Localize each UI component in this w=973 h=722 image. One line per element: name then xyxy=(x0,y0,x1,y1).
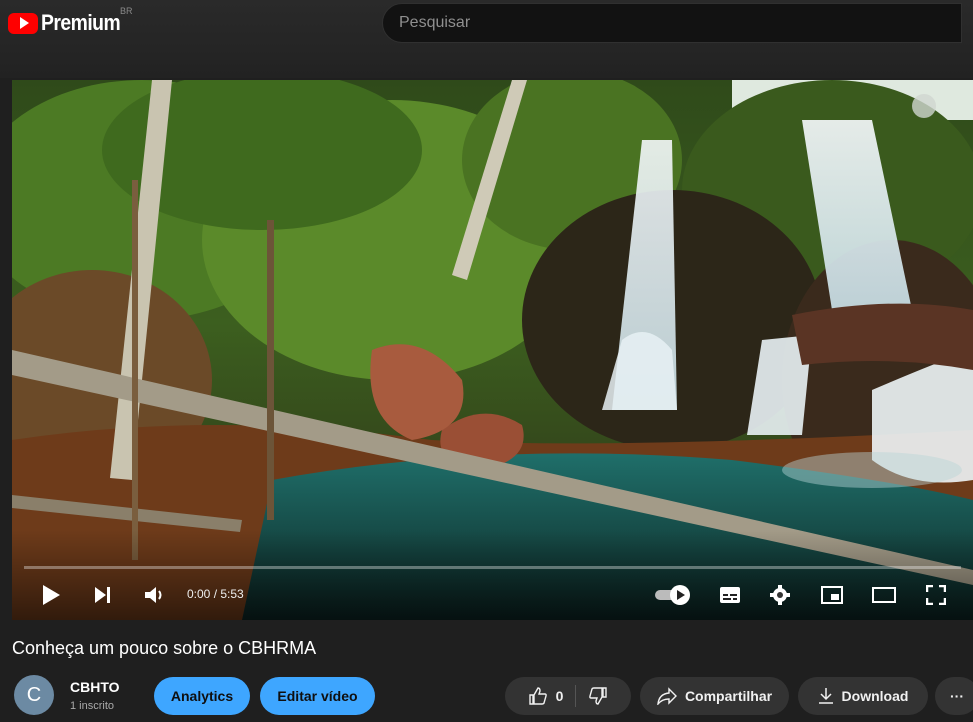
download-button[interactable]: Download xyxy=(798,677,928,715)
channel-avatar[interactable]: C xyxy=(14,675,54,715)
channel-name[interactable]: CBHTO xyxy=(70,679,120,695)
youtube-play-icon xyxy=(8,12,38,34)
play-button[interactable] xyxy=(36,580,66,610)
skip-next-icon xyxy=(95,587,110,603)
next-button[interactable] xyxy=(88,580,118,610)
miniplayer-icon xyxy=(821,586,843,604)
youtube-premium-logo[interactable]: Premium xyxy=(8,10,131,36)
autoplay-toggle-icon xyxy=(655,585,690,605)
search-input[interactable] xyxy=(399,14,961,32)
download-icon xyxy=(818,687,834,705)
volume-icon xyxy=(145,587,162,603)
thumbs-up-icon xyxy=(528,687,547,705)
fullscreen-button[interactable] xyxy=(920,580,952,610)
region-code: BR xyxy=(120,6,133,16)
miniplayer-button[interactable] xyxy=(816,580,848,610)
more-actions-button[interactable]: ··· xyxy=(935,677,973,715)
time-display: 0:00 / 5:53 xyxy=(187,587,244,601)
subtitles-icon xyxy=(720,587,740,603)
time-separator: / xyxy=(210,587,221,601)
time-current: 0:00 xyxy=(187,587,211,601)
thumbs-down-icon xyxy=(589,687,608,705)
play-icon xyxy=(43,585,60,605)
subtitles-button[interactable] xyxy=(714,580,746,610)
autoplay-toggle[interactable] xyxy=(652,580,694,610)
time-total: 5:53 xyxy=(220,587,244,601)
share-label: Compartilhar xyxy=(684,688,773,704)
edit-video-button[interactable]: Editar vídeo xyxy=(260,677,375,715)
theater-mode-icon xyxy=(872,587,896,603)
settings-button[interactable] xyxy=(764,580,796,610)
logo-text: Premium xyxy=(41,10,121,35)
video-title: Conheça um pouco sobre o CBHRMA xyxy=(12,638,317,658)
fullscreen-icon xyxy=(926,585,946,605)
masthead: Premium BR xyxy=(0,0,973,78)
theater-mode-button[interactable] xyxy=(868,580,900,610)
share-icon xyxy=(657,687,677,705)
dislike-button[interactable] xyxy=(588,686,608,706)
subscriber-count: 1 inscrito xyxy=(70,700,115,712)
like-dislike-group: 0 xyxy=(505,677,631,715)
mute-button[interactable] xyxy=(138,580,172,610)
progress-bar[interactable] xyxy=(24,566,961,569)
gear-icon xyxy=(770,585,790,605)
download-label: Download xyxy=(841,688,909,704)
like-count: 0 xyxy=(555,688,564,704)
analytics-button[interactable]: Analytics xyxy=(154,677,250,715)
share-button[interactable]: Compartilhar xyxy=(640,677,789,715)
video-player[interactable]: 0:00 / 5:53 xyxy=(12,80,973,620)
like-divider xyxy=(575,685,577,707)
search-box[interactable] xyxy=(382,3,962,43)
like-button[interactable] xyxy=(528,686,548,706)
